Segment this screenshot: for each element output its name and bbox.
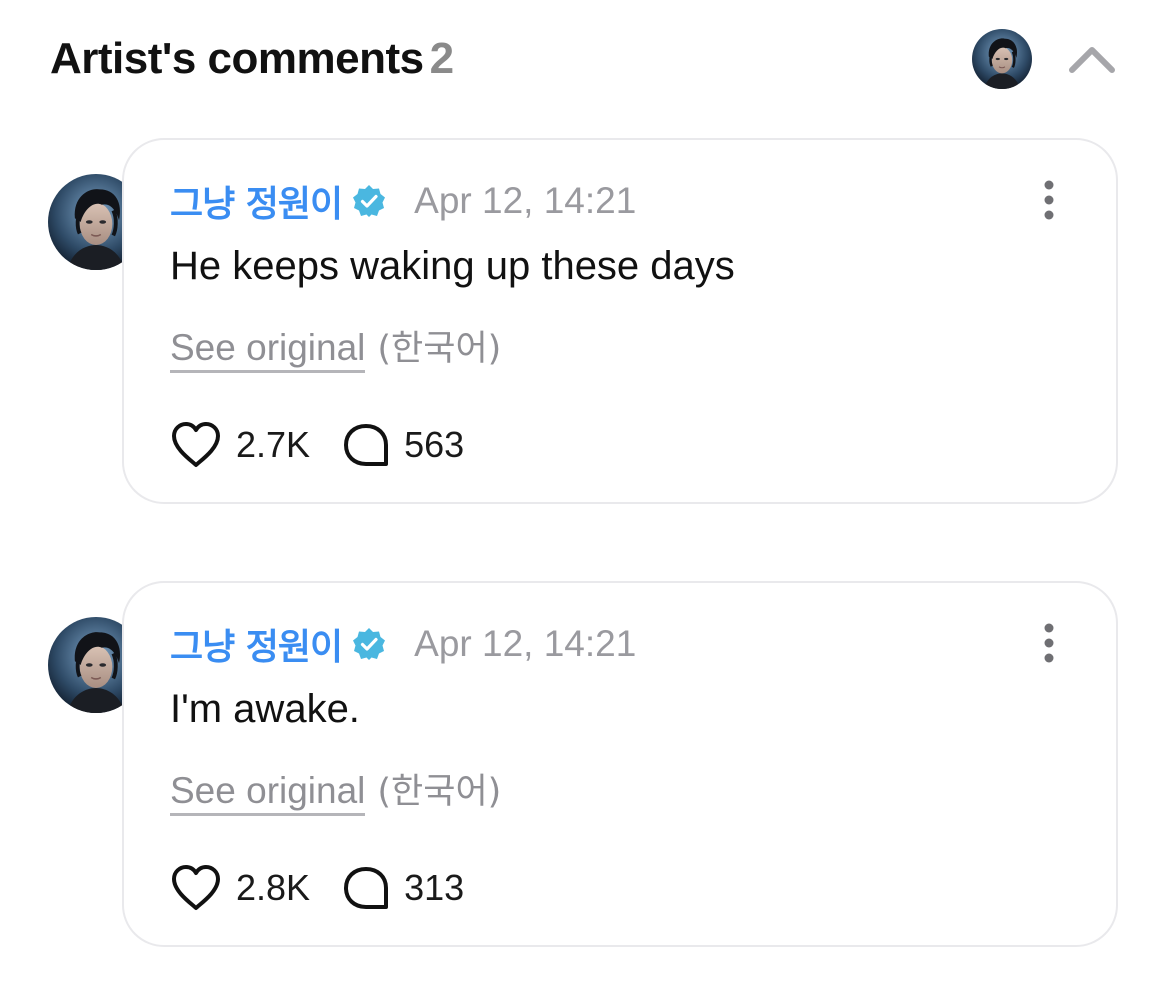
comment-card: 그냥 정원이 Apr 12, 14:21 I'm awake. See orig…: [122, 581, 1118, 947]
chevron-up-icon: [1069, 47, 1115, 73]
see-original-link[interactable]: See original: [170, 327, 366, 373]
comment-text: He keeps waking up these days: [170, 244, 735, 288]
like-count: 2.8K: [236, 867, 311, 908]
comment-timestamp: Apr 12, 14:21: [414, 180, 637, 221]
artist-avatar[interactable]: [972, 29, 1032, 89]
author-name[interactable]: 그냥 정원이: [170, 175, 343, 227]
reply-button[interactable]: 563: [342, 422, 464, 468]
avatar-image: [972, 29, 1032, 89]
translation-row: See original (한국어): [170, 320, 502, 373]
see-original-link[interactable]: See original: [170, 770, 366, 816]
comment-meta: 그냥 정원이 Apr 12, 14:21: [170, 176, 636, 226]
translation-row: See original (한국어): [170, 763, 502, 816]
comment-bubble-icon: [344, 867, 389, 909]
collapse-button[interactable]: [1062, 36, 1122, 84]
comment-bubble-icon: [344, 424, 389, 466]
comment-meta: 그냥 정원이 Apr 12, 14:21: [170, 619, 636, 669]
like-button[interactable]: 2.7K: [170, 421, 310, 469]
comment-actions: 2.7K 563: [170, 420, 464, 470]
comment-text: I'm awake.: [170, 687, 360, 731]
more-vertical-icon: [1044, 180, 1054, 220]
like-button[interactable]: 2.8K: [170, 864, 310, 912]
artist-comments-header: Artist's comments 2: [0, 0, 1170, 120]
heart-icon: [172, 865, 220, 910]
original-language-label: (한국어): [377, 329, 502, 369]
reply-count: 313: [404, 867, 465, 908]
reply-count: 563: [404, 424, 465, 465]
comment-card: 그냥 정원이 Apr 12, 14:21 He keeps waking up …: [122, 138, 1118, 504]
comment-timestamp: Apr 12, 14:21: [414, 623, 637, 664]
like-count: 2.7K: [236, 424, 311, 465]
original-language-label: (한국어): [377, 772, 502, 812]
more-vertical-icon: [1044, 623, 1054, 663]
heart-icon: [172, 422, 220, 467]
verified-badge-icon: [353, 628, 386, 660]
reply-button[interactable]: 313: [342, 865, 464, 911]
comment-actions: 2.8K 313: [170, 863, 464, 913]
more-options-button[interactable]: [1034, 621, 1064, 665]
comment-count: 2: [429, 34, 454, 83]
author-name[interactable]: 그냥 정원이: [170, 618, 343, 670]
verified-badge-icon: [353, 185, 386, 217]
section-title: Artist's comments 2: [50, 34, 454, 84]
more-options-button[interactable]: [1034, 178, 1064, 222]
section-title-text: Artist's comments: [50, 34, 424, 83]
